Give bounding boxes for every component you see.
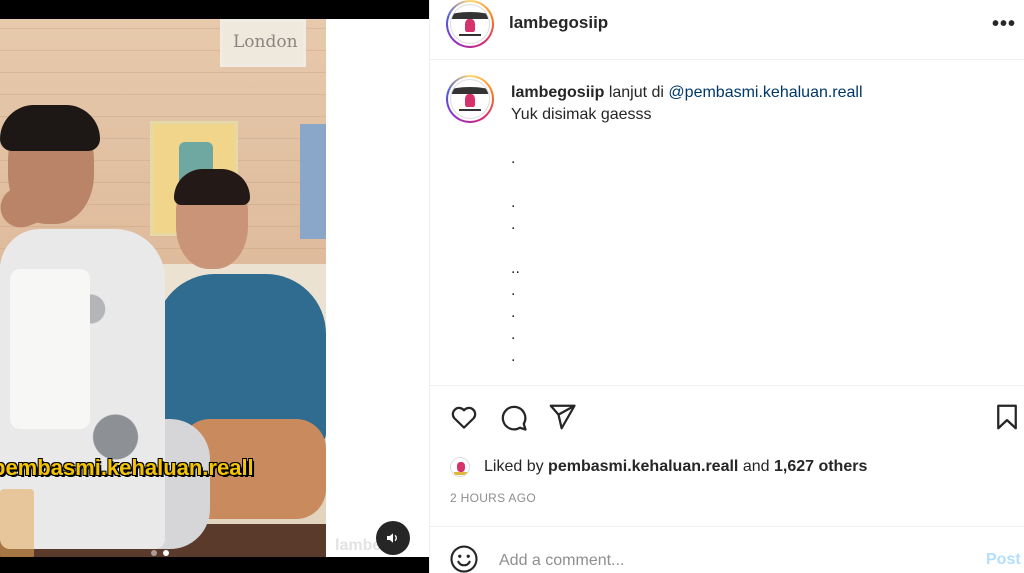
post-details-panel: lambegosiip ••• lambegosiip lanjut di @p… [429, 0, 1024, 573]
caption-avatar[interactable] [446, 75, 494, 123]
video-overlay-text: pembasmi.kehaluan.reall [0, 455, 254, 480]
bookmark-icon[interactable] [992, 402, 1022, 432]
likes-count[interactable]: 1,627 others [774, 458, 867, 476]
post-author-username[interactable]: lambegosiip [509, 13, 608, 33]
caption-line-2: Yuk disimak gaesss [511, 106, 652, 123]
post-header: lambegosiip ••• [430, 0, 1024, 60]
comment-input[interactable] [499, 550, 959, 572]
heart-icon[interactable] [449, 402, 479, 432]
carousel-dot-active[interactable] [163, 550, 169, 556]
caption-dot-line: . [511, 326, 516, 343]
caption-dot-line: . [511, 348, 516, 365]
wall-poster: London [220, 19, 306, 67]
emoji-icon[interactable] [449, 544, 479, 573]
caption-mention-link[interactable]: @pembasmi.kehaluan.reall [668, 84, 862, 101]
instagram-post-view: London pembasmi.kehaluan.reall lambe... … [0, 0, 1024, 573]
post-comment-button[interactable]: Post [986, 551, 1021, 569]
speaker-icon [387, 533, 397, 543]
caption-dot-line: . [511, 304, 516, 321]
poster-text: London [233, 32, 298, 52]
caption-dot-line: . [511, 282, 516, 299]
comment-icon[interactable] [498, 402, 528, 432]
send-icon[interactable] [547, 402, 577, 432]
caption-dot-line [511, 170, 1011, 192]
wall-frame-edge [300, 124, 326, 239]
post-caption: lambegosiip lanjut di @pembasmi.kehaluan… [511, 82, 1011, 368]
caption-username[interactable]: lambegosiip [511, 84, 604, 101]
carousel-dot[interactable] [151, 550, 157, 556]
more-horizontal-icon[interactable]: ••• [992, 13, 1016, 36]
post-timestamp[interactable]: 2 HOURS AGO [450, 491, 536, 505]
glass [0, 489, 34, 557]
avatar[interactable] [446, 0, 494, 48]
carousel-indicator [151, 550, 169, 556]
likes-and: and [742, 458, 770, 475]
comment-bar: Post [430, 526, 1024, 573]
liker-username[interactable]: pembasmi.kehaluan.reall [548, 458, 738, 476]
video-frame[interactable]: London pembasmi.kehaluan.reall lambe... [0, 19, 429, 557]
media-panel: London pembasmi.kehaluan.reall lambe... [0, 0, 429, 573]
caption-dot-line: . [511, 216, 516, 233]
liker-avatar[interactable] [450, 457, 470, 477]
caption-dot-line: . [511, 150, 516, 167]
caption-dot-line [511, 126, 1011, 148]
audio-toggle-button[interactable] [376, 521, 410, 555]
likes-prefix: Liked by [484, 458, 544, 475]
caption-dot-line [511, 236, 1011, 258]
likes-summary: Liked by pembasmi.kehaluan.reall and 1,6… [450, 455, 867, 479]
caption-dot-line: .. [511, 260, 520, 277]
caption-text: lanjut di [608, 84, 664, 101]
action-bar [430, 385, 1024, 445]
caption-dot-line: . [511, 194, 516, 211]
